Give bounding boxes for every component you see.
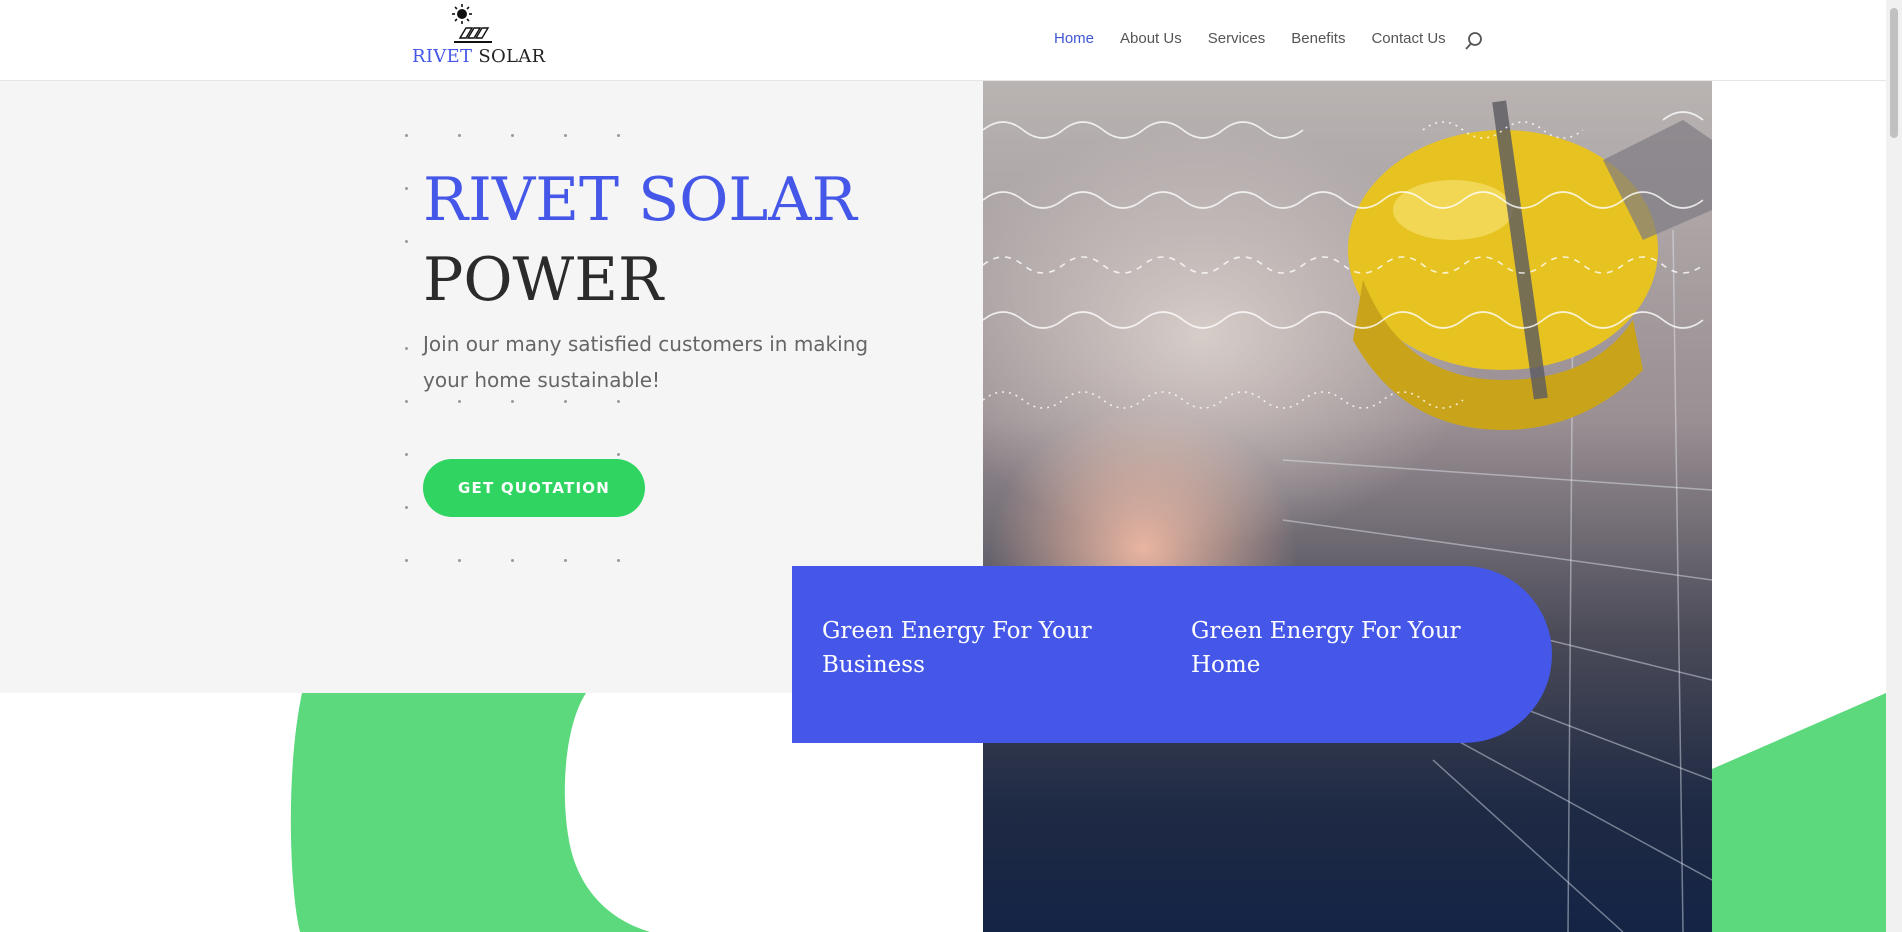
green-energy-card: Green Energy For Your Business Green Ene… (792, 566, 1552, 743)
nav-services[interactable]: Services (1208, 30, 1266, 47)
nav-benefits[interactable]: Benefits (1291, 30, 1345, 47)
card-home[interactable]: Green Energy For Your Home (1191, 614, 1461, 682)
logo-text-dark: SOLAR (478, 46, 546, 67)
scrollbar-thumb[interactable] (1890, 8, 1898, 138)
vertical-scrollbar[interactable] (1886, 0, 1902, 932)
site-header: RIVET SOLAR Home About Us Services Benef… (0, 0, 1886, 81)
hero-image (983, 80, 1712, 932)
get-quotation-button[interactable]: GET QUOTATION (423, 459, 645, 517)
nav-about-us[interactable]: About Us (1120, 30, 1182, 47)
nav-contact-us[interactable]: Contact Us (1371, 30, 1445, 47)
hero-subtitle: Join our many satisfied customers in mak… (423, 332, 869, 392)
nav-home[interactable]: Home (1054, 30, 1094, 47)
hero-photo-illustration (983, 100, 1712, 932)
search-icon[interactable] (1464, 31, 1484, 51)
hero-title: RIVET SOLAR POWER (423, 160, 857, 320)
logo-text: RIVET SOLAR (412, 46, 545, 67)
logo-text-blue: RIVET (412, 46, 473, 67)
card-business[interactable]: Green Energy For Your Business (822, 614, 1092, 682)
green-wave-shape-right (1712, 693, 1886, 932)
hero-title-line1: RIVET SOLAR (423, 165, 857, 235)
site-logo[interactable]: RIVET SOLAR (410, 4, 545, 70)
solar-panel-sun-icon (452, 4, 492, 43)
hero-title-line2: POWER (423, 245, 664, 315)
main-nav: Home About Us Services Benefits Contact … (1054, 30, 1472, 47)
